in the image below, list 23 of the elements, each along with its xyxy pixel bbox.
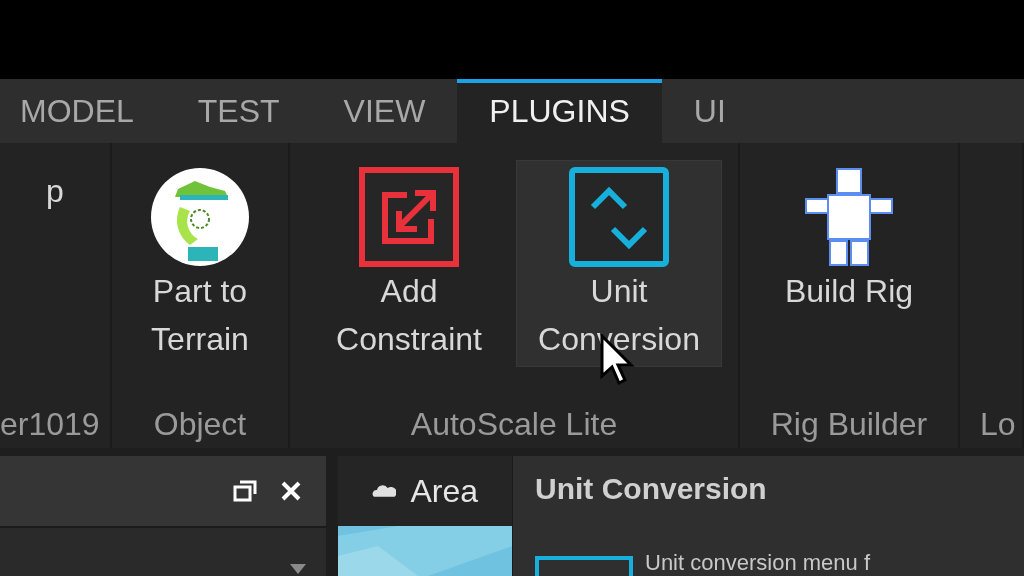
ribbon-tab[interactable]: PLUGINS — [457, 78, 662, 143]
dropdown-field[interactable] — [0, 526, 326, 576]
group-label: AutoScale Lite — [409, 405, 619, 444]
resize-icon — [359, 167, 459, 267]
group-label: Lo — [979, 405, 1017, 444]
group-label: er1019 — [0, 405, 101, 444]
group-label: Object — [152, 405, 248, 444]
close-icon[interactable] — [280, 480, 302, 502]
viewport-tab[interactable]: Area — [338, 456, 512, 526]
tooltip-icon — [535, 556, 633, 576]
group-label: Rig Builder — [769, 405, 929, 444]
chevrons-icon — [569, 167, 669, 267]
figure-icon — [804, 167, 894, 267]
restore-icon[interactable] — [232, 479, 258, 503]
ribbon-button[interactable]: p — [0, 161, 110, 366]
tooltip-description: Unit conversion menu f — [645, 552, 870, 576]
ribbon-button[interactable]: Add Constraint — [307, 161, 511, 366]
tooltip-title: Unit Conversion — [535, 474, 768, 504]
ribbon-button[interactable]: Unit Conversion — [517, 161, 721, 366]
caret-icon — [290, 564, 306, 574]
ribbon-button[interactable]: Build Rig — [774, 161, 924, 366]
terrain-icon — [150, 167, 250, 267]
ribbon-button[interactable]: Part to Terrain — [112, 161, 288, 366]
